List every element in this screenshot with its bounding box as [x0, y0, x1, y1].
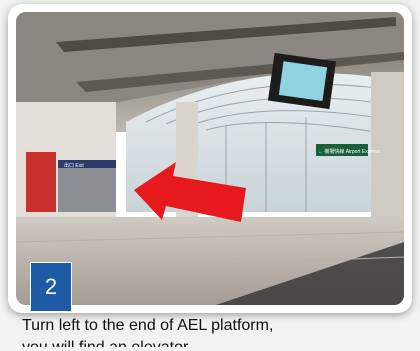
red-door	[26, 152, 56, 212]
caption-line-1: Turn left to the end of AEL platform,	[22, 317, 274, 334]
caption-line-2: you will find an elevator.	[22, 339, 192, 351]
exit-sign: 出口 Exit	[64, 162, 84, 169]
svg-text:← 機場快線 Airport Express: ← 機場快線 Airport Express	[318, 148, 380, 155]
caption-text: Turn left to the end of AEL platform, yo…	[22, 315, 362, 351]
step-number-badge: 2	[30, 262, 72, 312]
station-scene: 出口 Exit ← 機場快線 Airport Express	[16, 12, 404, 305]
station-photo: 出口 Exit ← 機場快線 Airport Express	[16, 12, 404, 305]
